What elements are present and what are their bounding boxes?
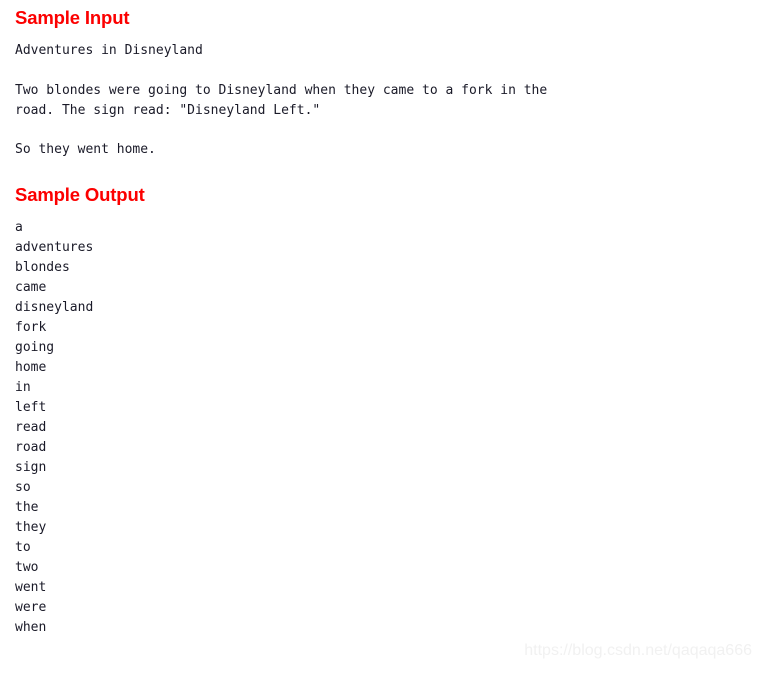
sample-output-heading: Sample Output [15,184,145,205]
list-item: sign [15,460,47,475]
sample-output-word-list: a adventures blondes came disneyland fork goin… [15,218,93,638]
list-item: in [15,380,31,395]
list-item: read [15,420,47,435]
list-item: blondes [15,260,70,275]
list-item: home [15,360,47,375]
list-item: to [15,540,31,555]
list-item: when [15,620,47,635]
list-item: the [15,500,39,515]
list-item: disneyland [15,300,94,315]
list-item: were [15,600,47,615]
list-item: left [15,400,47,415]
list-item: so [15,480,31,495]
list-item: fork [15,320,47,335]
list-item: going [15,340,55,355]
sample-input-closing-line: So they went home. [15,142,156,157]
list-item: two [15,560,39,575]
csdn-watermark: https://blog.csdn.net/qaqaqa666 [524,642,752,659]
list-item: a [15,220,23,235]
list-item: they [15,520,47,535]
list-item: adventures [15,240,94,255]
list-item: came [15,280,47,295]
sample-input-title-line: Adventures in Disneyland [15,43,203,58]
list-item: went [15,580,47,595]
sample-input-heading: Sample Input [15,7,130,28]
list-item: road [15,440,47,455]
sample-input-paragraph: Two blondes were going to Disneyland whe… [15,83,548,118]
document-page: Sample Input Adventures in Disneyland Tw… [0,0,761,677]
